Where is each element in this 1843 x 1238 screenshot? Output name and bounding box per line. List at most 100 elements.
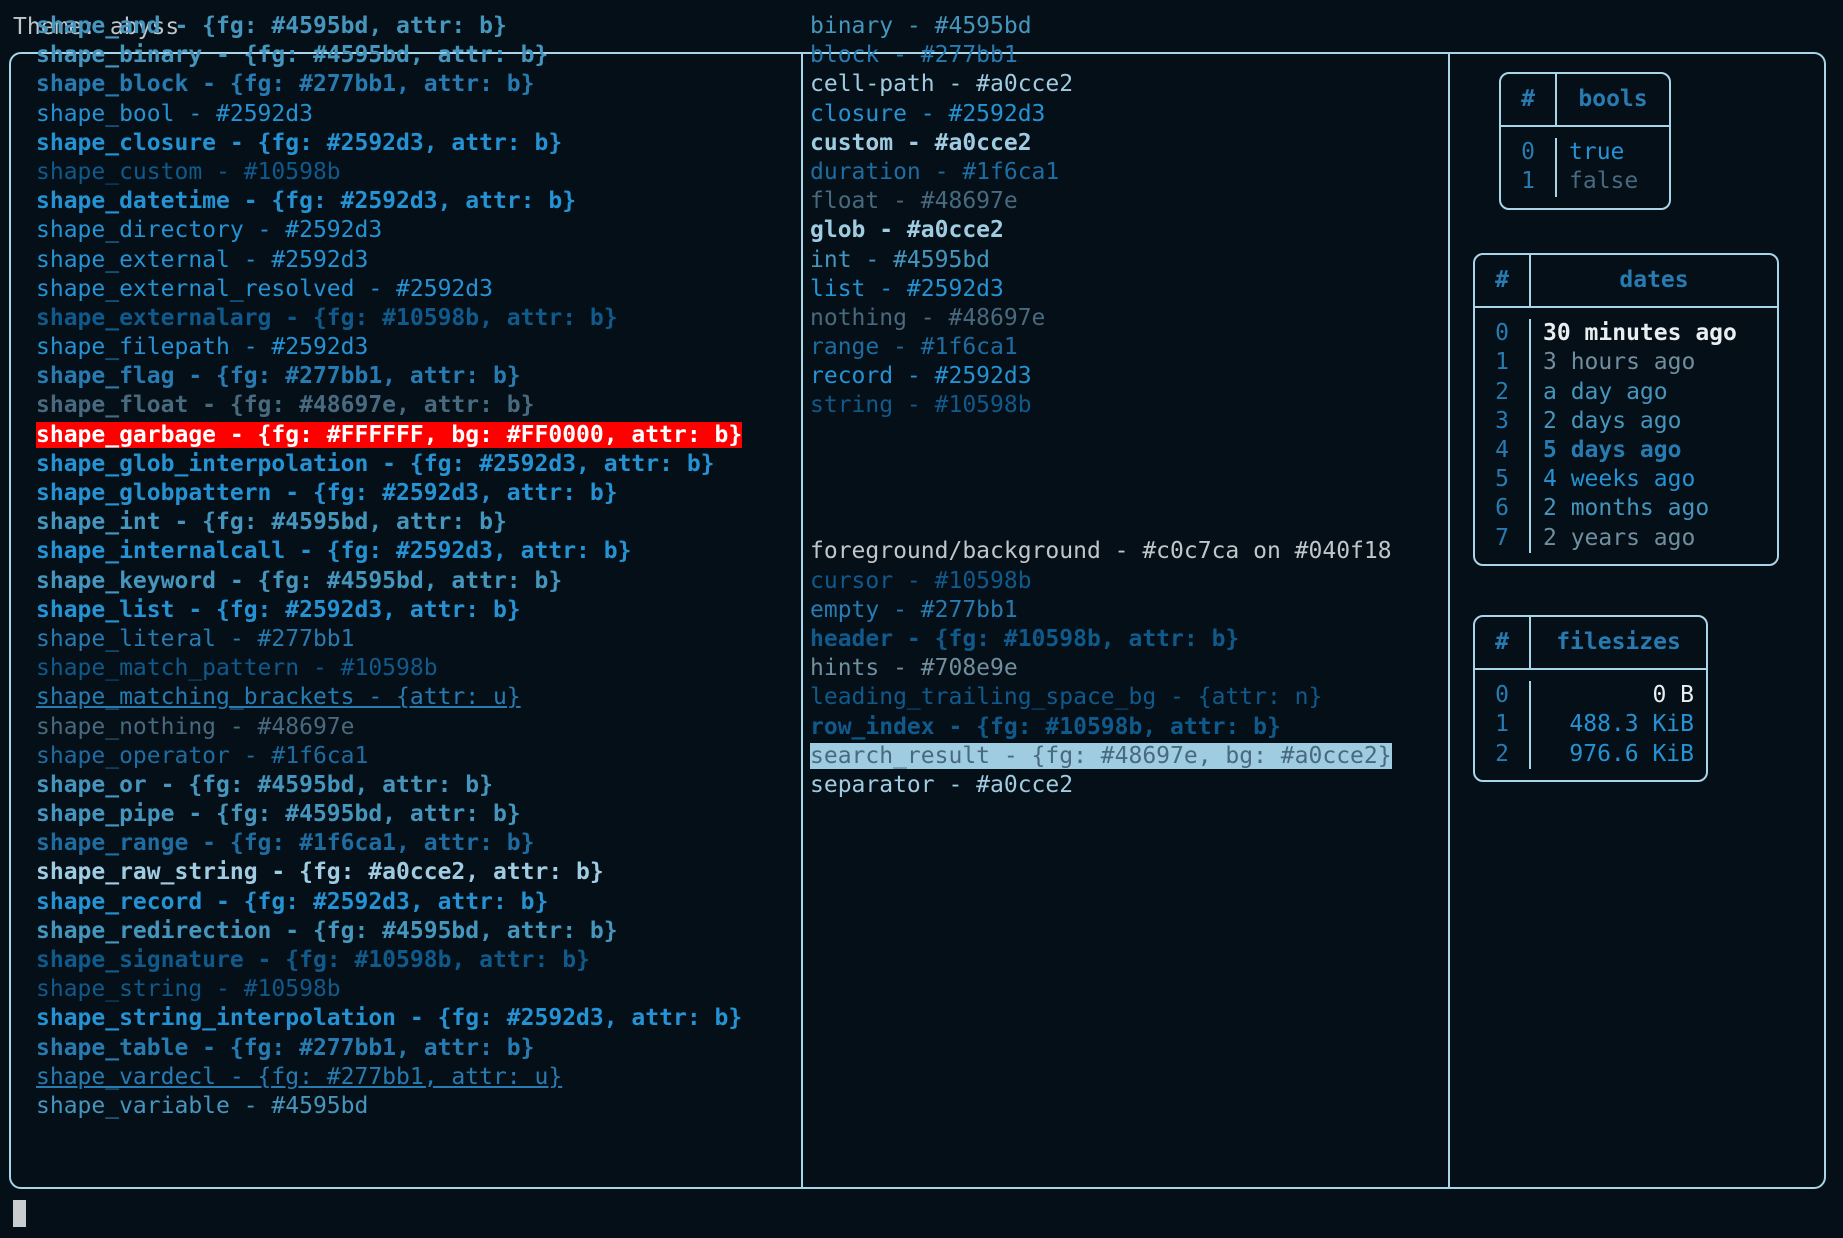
dates-table-row-value: 3 hours ago <box>1543 349 1696 376</box>
dates-header-index: # <box>1475 255 1531 307</box>
shape-entry: shape_matching_brackets - {attr: u} <box>36 683 742 712</box>
shape-entry-text: shape_closure - {fg: #2592d3, attr: b} <box>36 129 563 156</box>
shape-entry: shape_keyword - {fg: #4595bd, attr: b} <box>36 567 742 596</box>
type-entry-text: custom - #a0cce2 <box>810 129 1032 156</box>
type-entry-text: float - #48697e <box>810 188 1018 215</box>
type-entry-text: foreground/background - #c0c7ca on #040f… <box>810 538 1392 565</box>
shape-entry: shape_match_pattern - #10598b <box>36 654 742 683</box>
shape-entry-text: shape_signature - {fg: #10598b, attr: b} <box>36 947 590 973</box>
type-entry: leading_trailing_space_bg - {attr: n} <box>810 683 1392 712</box>
type-entry: row_index - {fg: #10598b, attr: b} <box>810 713 1392 742</box>
dates-table-row-value: 2 months ago <box>1543 495 1710 522</box>
dates-table-row-value: 4 weeks ago <box>1543 466 1696 493</box>
shape-entry: shape_filepath - #2592d3 <box>36 333 742 362</box>
shape-entry-text: shape_custom - #10598b <box>36 158 341 185</box>
bools-table-header: # bools <box>1501 74 1669 128</box>
type-entry <box>810 508 1392 537</box>
dates-table-row-value: 2 days ago <box>1543 407 1682 434</box>
filesizes-table-row-value: 976.6 KiB <box>1569 740 1694 767</box>
shape-entry-text: shape_operator - #1f6ca1 <box>36 742 369 769</box>
shape-entry: shape_external - #2592d3 <box>36 246 742 275</box>
shape-entry-text: shape_variable - #4595bd <box>36 1092 369 1119</box>
shape-entry: shape_record - {fg: #2592d3, attr: b} <box>36 888 742 917</box>
terminal-screen: Theme: abyss shape_and - {fg: #4595bd, a… <box>0 0 1843 1238</box>
filesizes-table-pad <box>1475 670 1706 681</box>
dates-table: # dates 0 30 minutes ago 1 3 hours ago 2 a da… <box>1473 253 1779 566</box>
shape-entry: shape_externalarg - {fg: #10598b, attr: … <box>36 304 742 333</box>
dates-table-row: 3 2 days ago <box>1475 406 1777 437</box>
shape-entry: shape_int - {fg: #4595bd, attr: b} <box>36 508 742 537</box>
type-entry <box>810 450 1392 479</box>
shape-entry-text: shape_filepath - #2592d3 <box>36 334 369 361</box>
shape-entry-text: shape_string - #10598b <box>36 976 341 1003</box>
shape-entry-text: shape_flag - {fg: #277bb1, attr: b} <box>36 363 521 390</box>
dates-table-row-value: 5 days ago <box>1543 437 1682 464</box>
type-entry: duration - #1f6ca1 <box>810 158 1392 187</box>
column-separator-2 <box>1448 54 1450 1187</box>
shape-entry-text: shape_literal - #277bb1 <box>36 625 355 652</box>
shape-entry: shape_and - {fg: #4595bd, attr: b} <box>36 12 742 41</box>
shape-entry: shape_vardecl - {fg: #277bb1, attr: u} <box>36 1063 742 1092</box>
dates-table-header: # dates <box>1475 255 1777 309</box>
bools-table-row-index: 1 <box>1501 167 1557 197</box>
shape-entry-text: shape_redirection - {fg: #4595bd, attr: … <box>36 917 618 944</box>
dates-table-row-index: 0 <box>1475 319 1531 349</box>
shape-entry-text: shape_block - {fg: #277bb1, attr: b} <box>36 71 535 98</box>
shape-entry-text: shape_range - {fg: #1f6ca1, attr: b} <box>36 830 535 857</box>
filesizes-table-row: 2 976.6 KiB <box>1475 739 1706 769</box>
type-entry: record - #2592d3 <box>810 362 1392 391</box>
type-entry-text: leading_trailing_space_bg - {attr: n} <box>810 684 1323 711</box>
type-entry-text: nothing - #48697e <box>810 304 1046 331</box>
type-entry: nothing - #48697e <box>810 304 1392 333</box>
filesizes-table: # filesizes 0 0 B 1 488.3 KiB 2 976.6 KiB <box>1473 615 1708 782</box>
type-entry-text: hints - #708e9e <box>810 655 1018 682</box>
dates-table-row-index: 3 <box>1475 406 1531 437</box>
type-entry-text: search_result - {fg: #48697e, bg: #a0cce… <box>810 742 1392 769</box>
dates-table-row-index: 6 <box>1475 494 1531 524</box>
dates-table-row-index: 5 <box>1475 465 1531 495</box>
shape-entry: shape_signature - {fg: #10598b, attr: b} <box>36 946 742 975</box>
dates-table-row: 5 4 weeks ago <box>1475 465 1777 495</box>
type-entry: list - #2592d3 <box>810 275 1392 304</box>
dates-table-row: 0 30 minutes ago <box>1475 319 1777 349</box>
shape-entry-text: shape_directory - #2592d3 <box>36 217 383 244</box>
shape-entry: shape_or - {fg: #4595bd, attr: b} <box>36 771 742 800</box>
type-entry-text: range - #1f6ca1 <box>810 334 1018 361</box>
type-entry: cell-path - #a0cce2 <box>810 70 1392 99</box>
type-entry-text: int - #4595bd <box>810 246 991 273</box>
type-entry: closure - #2592d3 <box>810 100 1392 129</box>
dates-table-row-index: 2 <box>1475 377 1531 407</box>
dates-table-row-index: 7 <box>1475 523 1531 553</box>
type-entry: cursor - #10598b <box>810 567 1392 596</box>
dates-table-body: 0 30 minutes ago 1 3 hours ago 2 a day ago 3 2 … <box>1475 308 1777 564</box>
shape-entry-text: shape_list - {fg: #2592d3, attr: b} <box>36 596 521 623</box>
shape-entry: shape_external_resolved - #2592d3 <box>36 275 742 304</box>
type-entry: binary - #4595bd <box>810 12 1392 41</box>
shape-entry: shape_nothing - #48697e <box>36 713 742 742</box>
shape-entry-text: shape_float - {fg: #48697e, attr: b} <box>36 392 535 419</box>
shape-entry-text: shape_nothing - #48697e <box>36 713 355 740</box>
shape-entry-text: shape_glob_interpolation - {fg: #2592d3,… <box>36 450 715 477</box>
dates-table-pad <box>1475 308 1777 319</box>
type-entry-text: block - #277bb1 <box>810 42 1018 69</box>
shape-entry-text: shape_table - {fg: #277bb1, attr: b} <box>36 1034 535 1061</box>
type-entry-text: cell-path - #a0cce2 <box>810 71 1074 98</box>
dates-table-row-index: 4 <box>1475 436 1531 466</box>
shape-entry-text: shape_garbage - {fg: #FFFFFF, bg: #FF000… <box>36 421 743 448</box>
type-entry-text: record - #2592d3 <box>810 363 1032 390</box>
type-entry-text: duration - #1f6ca1 <box>810 158 1060 185</box>
type-entry-text: empty - #277bb1 <box>810 596 1018 623</box>
shape-entry: shape_literal - #277bb1 <box>36 625 742 654</box>
type-entry: float - #48697e <box>810 187 1392 216</box>
filesizes-header-index: # <box>1475 617 1531 669</box>
shape-entry: shape_table - {fg: #277bb1, attr: b} <box>36 1034 742 1063</box>
filesizes-table-row-index: 0 <box>1475 681 1531 711</box>
shape-entry-text: shape_raw_string - {fg: #a0cce2, attr: b… <box>36 859 604 886</box>
shape-entry: shape_string - #10598b <box>36 975 742 1004</box>
types-column: binary - #4595bd block - #277bb1 cell-path… <box>810 12 1392 800</box>
terminal-cursor <box>13 1200 26 1227</box>
shape-entry-text: shape_or - {fg: #4595bd, attr: b} <box>36 771 493 798</box>
shape-entry-text: shape_record - {fg: #2592d3, attr: b} <box>36 888 549 915</box>
shape-entry: shape_bool - #2592d3 <box>36 100 742 129</box>
bools-table-pad <box>1501 197 1669 208</box>
